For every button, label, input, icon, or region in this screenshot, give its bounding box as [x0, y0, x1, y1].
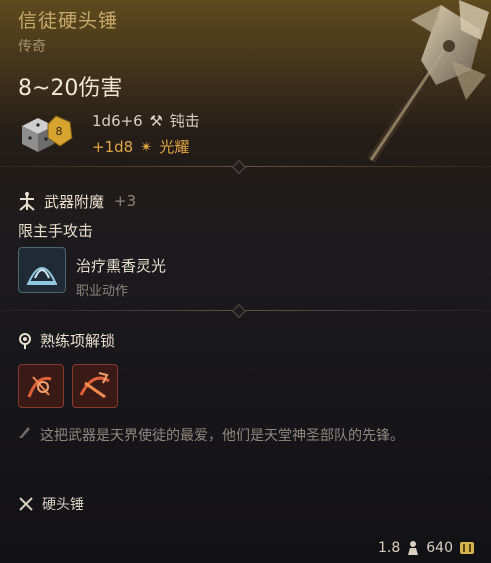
- proficiency-label: 熟练项解锁: [40, 332, 116, 350]
- weapon-action-icon-1[interactable]: [18, 364, 64, 408]
- weight-icon: [408, 541, 419, 555]
- item-tooltip: 信徒硬头锤 传奇 8~20伤害 8 1d6+6 ⚒ 钝击 +1d8 ✴ 光耀 武…: [0, 0, 491, 563]
- item-rarity: 传奇: [18, 39, 46, 55]
- item-value: 640: [426, 540, 453, 556]
- damage-range: 8~20伤害: [18, 76, 123, 101]
- item-footer: 1.8 640: [378, 540, 475, 556]
- action-name: 治疗熏香灵光: [76, 257, 167, 275]
- enchant-icon: [19, 192, 35, 211]
- healing-incense-icon[interactable]: [18, 247, 66, 293]
- dice-badge: 8: [56, 125, 63, 138]
- item-weight: 1.8: [378, 540, 401, 556]
- enchant-bonus: +3: [114, 192, 137, 210]
- proficiency-icon: [19, 332, 31, 349]
- damage-dice-base: 1d6+6: [92, 112, 143, 130]
- damage-dice-bonus: +1d8: [92, 138, 134, 156]
- proficiency-row: 熟练项解锁: [16, 330, 115, 351]
- mace-art-icon: [367, 0, 489, 163]
- damage-type-base: 钝击: [169, 112, 200, 130]
- gold-icon: [460, 542, 474, 554]
- weapon-type-row: 硬头锤: [18, 494, 84, 514]
- enchant-row: 武器附魔 +3: [16, 190, 136, 212]
- action-type: 职业动作: [76, 284, 129, 299]
- section-divider: [0, 159, 491, 175]
- crossed-weapons-icon: [19, 497, 33, 511]
- hammer-icon: ⚒: [149, 112, 163, 130]
- damage-line-base: 1d6+6 ⚒ 钝击: [92, 110, 200, 131]
- weapon-action-icon-2[interactable]: [72, 364, 118, 408]
- radiant-icon: ✴: [139, 138, 153, 156]
- quill-icon: [19, 427, 30, 438]
- main-hand-label: 限主手攻击: [18, 222, 94, 240]
- damage-type-bonus: 光耀: [159, 138, 190, 156]
- item-name: 信徒硬头锤: [18, 10, 119, 32]
- flavor-text: 这把武器是天界使徒的最爱，他们是天堂神圣部队的先锋。: [40, 428, 404, 444]
- enchant-label: 武器附魔: [44, 192, 105, 211]
- weapon-type: 硬头锤: [42, 497, 84, 513]
- damage-line-bonus: +1d8 ✴ 光耀: [92, 136, 189, 157]
- dice-icon: 8: [22, 115, 73, 152]
- tooltip-header: 信徒硬头锤 传奇 8~20伤害 8 1d6+6 ⚒ 钝击 +1d8 ✴ 光耀: [0, 0, 491, 166]
- section-divider: [0, 303, 491, 319]
